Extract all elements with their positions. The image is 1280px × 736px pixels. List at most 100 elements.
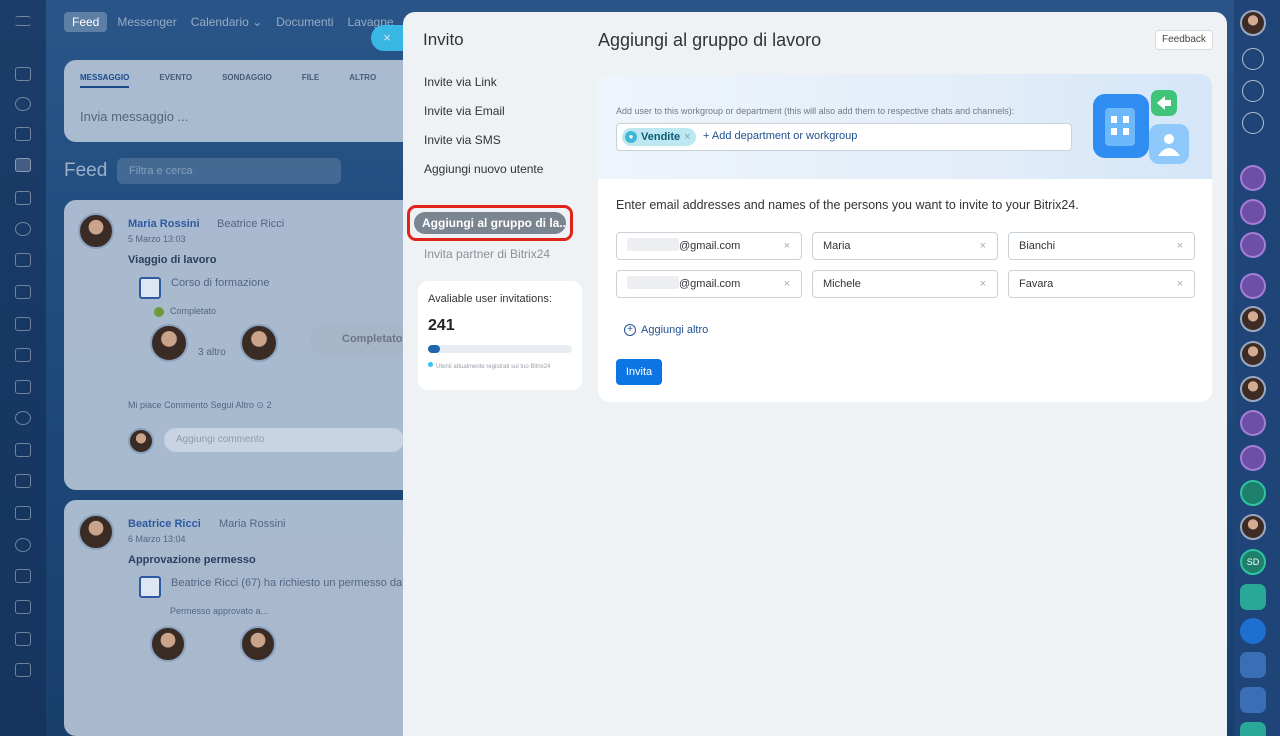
post-2-recipient[interactable]: Maria Rossini xyxy=(219,518,286,530)
add-more-button[interactable]: + Aggiungi altro xyxy=(624,324,708,336)
calendar-icon[interactable] xyxy=(1240,652,1266,678)
nav-invite-sms[interactable]: Invite via SMS xyxy=(424,133,501,147)
chat-avatar[interactable] xyxy=(1240,376,1266,402)
calendar2-icon[interactable] xyxy=(15,474,31,488)
first-name-field[interactable]: Maria × xyxy=(812,232,998,260)
last-name-value: Bianchi xyxy=(1019,240,1056,252)
sd-avatar[interactable]: SD xyxy=(1240,549,1266,575)
invite-button[interactable]: Invita xyxy=(616,359,662,385)
last-name-field[interactable]: Favara × xyxy=(1008,270,1195,298)
nav-add-new-user[interactable]: Aggiungi nuovo utente xyxy=(424,162,543,176)
tasks-icon[interactable] xyxy=(1240,584,1266,610)
contact-card-icon[interactable] xyxy=(1240,687,1266,713)
post-1-author[interactable]: Maria Rossini xyxy=(128,218,200,230)
post-1-more[interactable]: 3 altro xyxy=(198,347,226,358)
chat-avatar[interactable] xyxy=(1240,410,1266,436)
composer-input[interactable]: Invia messaggio ... xyxy=(80,109,188,124)
board-icon[interactable] xyxy=(15,317,31,331)
chat-avatar[interactable] xyxy=(1240,273,1266,299)
avatar[interactable] xyxy=(78,514,114,550)
composer-tab-message[interactable]: MESSAGGIO xyxy=(80,73,130,88)
post-1-course: Corso di formazione xyxy=(171,277,270,289)
dot-icon xyxy=(428,362,433,367)
email-domain: @gmail.com xyxy=(679,278,741,290)
stack-icon[interactable] xyxy=(15,663,31,677)
clear-icon[interactable]: × xyxy=(980,233,986,259)
card-icon[interactable] xyxy=(15,348,31,362)
email-field[interactable]: @gmail.com × xyxy=(616,270,802,298)
nav-invite-partner[interactable]: Invita partner di Bitrix24 xyxy=(424,247,550,261)
filter-icon[interactable] xyxy=(15,443,31,457)
nav-messenger[interactable]: Messenger xyxy=(113,15,180,29)
contacts-icon[interactable] xyxy=(15,411,31,425)
first-name-field[interactable]: Michele × xyxy=(812,270,998,298)
clear-icon[interactable]: × xyxy=(980,271,986,297)
redacted-email xyxy=(627,276,679,289)
chat-avatar[interactable] xyxy=(1240,341,1266,367)
invite-card: Add user to this workgroup or department… xyxy=(598,74,1212,402)
tag-remove-icon[interactable]: × xyxy=(684,131,690,143)
tag-icon[interactable] xyxy=(15,600,31,614)
clear-icon[interactable]: × xyxy=(784,233,790,259)
settings-icon[interactable] xyxy=(15,222,31,236)
user-avatar[interactable] xyxy=(1240,10,1266,36)
nav-documents[interactable]: Documenti xyxy=(272,15,337,29)
activity-icon[interactable] xyxy=(1242,80,1264,102)
pen-icon[interactable] xyxy=(15,632,31,646)
nav-feed[interactable]: Feed xyxy=(64,12,108,32)
home-icon[interactable] xyxy=(15,67,31,81)
activity-icon[interactable] xyxy=(15,97,31,111)
nav-invite-email[interactable]: Invite via Email xyxy=(424,104,505,118)
avatar xyxy=(150,626,186,662)
group-tag[interactable]: ● Vendite × xyxy=(622,128,696,146)
post-2-status: Permesso approvato a... xyxy=(170,606,269,616)
quota-count: 241 xyxy=(428,317,455,334)
last-name-field[interactable]: Bianchi × xyxy=(1008,232,1195,260)
nav-calendar[interactable]: Calendario ⌄ xyxy=(187,15,266,29)
add-group-link[interactable]: + Add department or workgroup xyxy=(703,130,857,142)
chat-avatar[interactable] xyxy=(1240,199,1266,225)
chat-avatar[interactable] xyxy=(1240,232,1266,258)
building-icon[interactable] xyxy=(15,506,31,520)
nav-invite-link[interactable]: Invite via Link xyxy=(424,75,497,89)
avatar xyxy=(240,324,278,362)
chat-avatar[interactable] xyxy=(1240,445,1266,471)
composer-tab-poll[interactable]: SONDAGGIO xyxy=(222,73,272,88)
composer-tab-file[interactable]: FILE xyxy=(302,73,319,88)
group-selector[interactable]: ● Vendite × + Add department or workgrou… xyxy=(616,123,1072,151)
quota-bar-fill xyxy=(428,345,440,353)
post-2-date: 6 Marzo 13:04 xyxy=(128,534,186,544)
chat-bubble-icon[interactable] xyxy=(1240,480,1266,506)
cart-icon[interactable] xyxy=(15,569,31,583)
gear-icon[interactable] xyxy=(15,538,31,552)
tasks-icon[interactable] xyxy=(15,191,31,205)
chat-icon[interactable] xyxy=(15,127,31,141)
document-icon[interactable] xyxy=(15,285,31,299)
composer-tab-event[interactable]: EVENTO xyxy=(159,73,192,88)
mail-icon[interactable] xyxy=(15,380,31,394)
video-call-icon[interactable] xyxy=(1240,618,1266,644)
clear-icon[interactable]: × xyxy=(784,271,790,297)
avatar[interactable] xyxy=(78,213,114,249)
calendar-icon[interactable] xyxy=(15,253,31,267)
checklist-icon[interactable] xyxy=(1240,722,1266,736)
email-field[interactable]: @gmail.com × xyxy=(616,232,802,260)
plus-circle-icon: + xyxy=(624,324,636,336)
menu-icon[interactable] xyxy=(15,16,31,26)
post-2-author[interactable]: Beatrice Ricci xyxy=(128,518,201,530)
chat-avatar[interactable] xyxy=(1240,514,1266,540)
invite-title: Invito xyxy=(423,30,464,49)
first-name-value: Michele xyxy=(823,278,861,290)
feed-search-input[interactable]: Filtra e cerca xyxy=(117,158,341,184)
bell-icon[interactable] xyxy=(1242,48,1264,70)
close-slider-button[interactable]: × xyxy=(371,25,403,51)
chat-avatar[interactable] xyxy=(1240,165,1266,191)
post-1-recipient[interactable]: Beatrice Ricci xyxy=(217,218,284,230)
clear-icon[interactable]: × xyxy=(1177,233,1183,259)
search-icon[interactable] xyxy=(1242,112,1264,134)
clear-icon[interactable]: × xyxy=(1177,271,1183,297)
composer-tab-more[interactable]: ALTRO xyxy=(349,73,376,88)
feed-icon[interactable] xyxy=(15,158,31,172)
chat-avatar[interactable] xyxy=(1240,306,1266,332)
feedback-button[interactable]: Feedback xyxy=(1155,30,1213,50)
